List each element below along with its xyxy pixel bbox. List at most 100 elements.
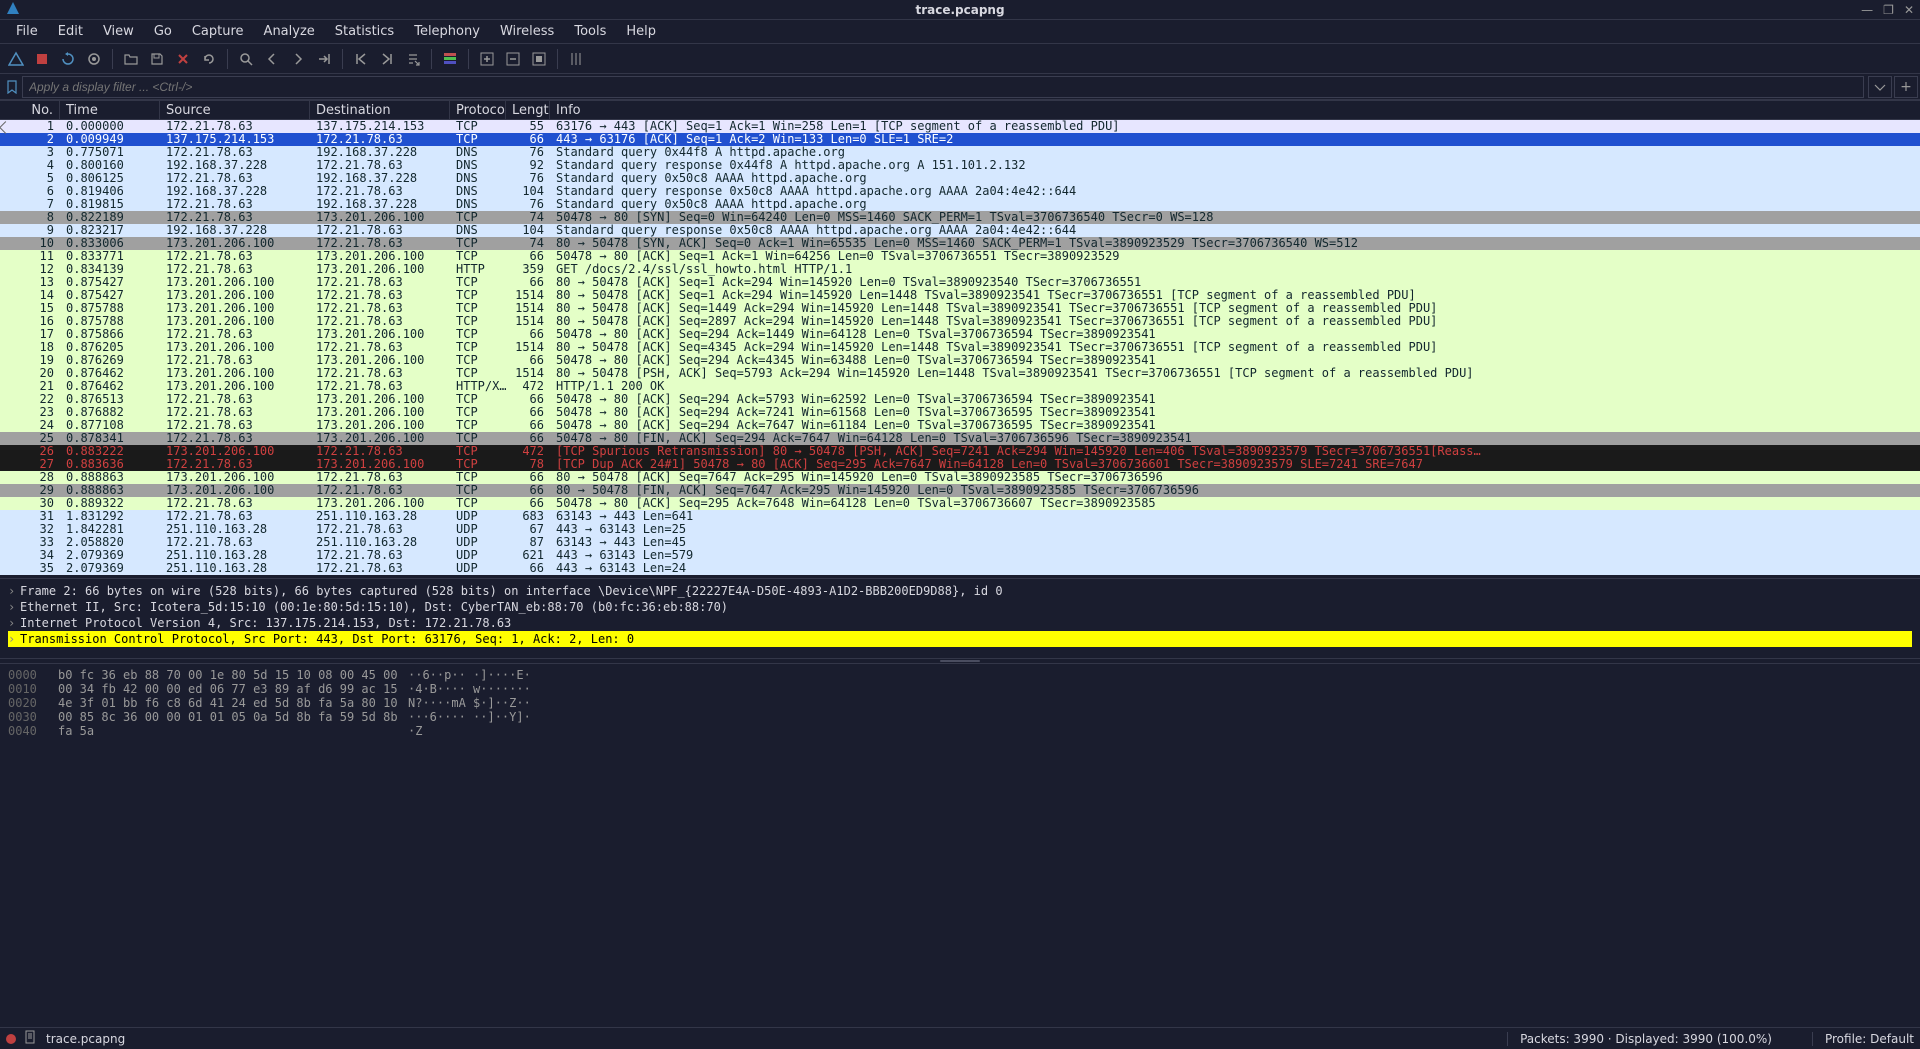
packet-row[interactable]: 280.888863173.201.206.100172.21.78.63TCP… (0, 471, 1920, 484)
menu-view[interactable]: View (93, 21, 144, 42)
packet-row[interactable]: 140.875427173.201.206.100172.21.78.63TCP… (0, 289, 1920, 302)
menu-wireless[interactable]: Wireless (490, 21, 564, 42)
column-header-time[interactable]: Time (60, 101, 160, 119)
column-header-no[interactable]: No. (0, 101, 60, 119)
packet-row[interactable]: 170.875866172.21.78.63173.201.206.100TCP… (0, 328, 1920, 341)
resize-columns-icon[interactable] (564, 47, 588, 71)
detail-line[interactable]: ›Transmission Control Protocol, Src Port… (8, 631, 1912, 647)
capture-file-properties-icon[interactable] (24, 1030, 38, 1047)
reload-icon[interactable] (197, 47, 221, 71)
menu-tools[interactable]: Tools (564, 21, 616, 42)
hex-line[interactable]: 003000 85 8c 36 00 00 01 01 05 0a 5d 8b … (8, 710, 1912, 724)
expand-icon[interactable]: › (8, 631, 20, 647)
packet-row[interactable]: 210.876462173.201.206.100172.21.78.63HTT… (0, 380, 1920, 393)
menu-help[interactable]: Help (616, 21, 666, 42)
expand-icon[interactable]: › (8, 599, 20, 615)
packet-row[interactable]: 60.819406192.168.37.228172.21.78.63DNS10… (0, 185, 1920, 198)
statusbar-profile[interactable]: Profile: Default (1812, 1032, 1914, 1046)
packet-row[interactable]: 160.875788173.201.206.100172.21.78.63TCP… (0, 315, 1920, 328)
column-header-info[interactable]: Info (550, 101, 1920, 119)
packet-row[interactable]: 321.842281251.110.163.28172.21.78.63UDP6… (0, 523, 1920, 536)
packet-list-body[interactable]: 10.000000172.21.78.63137.175.214.153TCP5… (0, 120, 1920, 578)
column-header-length[interactable]: Length (506, 101, 550, 119)
packet-row[interactable]: 342.079369251.110.163.28172.21.78.63UDP6… (0, 549, 1920, 562)
column-header-protocol[interactable]: Protocol (450, 101, 506, 119)
packet-row[interactable]: 332.058820172.21.78.63251.110.163.28UDP8… (0, 536, 1920, 549)
open-file-icon[interactable] (119, 47, 143, 71)
expert-info-icon[interactable] (6, 1034, 16, 1044)
close-button[interactable]: ✕ (1904, 3, 1914, 17)
packet-bytes-pane[interactable]: 0000b0 fc 36 eb 88 70 00 1e 80 5d 15 10 … (0, 664, 1920, 1027)
maximize-button[interactable]: ❐ (1883, 3, 1894, 17)
column-header-destination[interactable]: Destination (310, 101, 450, 119)
column-header-source[interactable]: Source (160, 101, 310, 119)
packet-row[interactable]: 10.000000172.21.78.63137.175.214.153TCP5… (0, 120, 1920, 133)
packet-row[interactable]: 130.875427173.201.206.100172.21.78.63TCP… (0, 276, 1920, 289)
packet-list-header[interactable]: No. Time Source Destination Protocol Len… (0, 100, 1920, 120)
packet-row[interactable]: 311.831292172.21.78.63251.110.163.28UDP6… (0, 510, 1920, 523)
packet-row[interactable]: 240.877108172.21.78.63173.201.206.100TCP… (0, 419, 1920, 432)
bookmark-icon[interactable] (2, 77, 22, 97)
packet-row[interactable]: 90.823217192.168.37.228172.21.78.63DNS10… (0, 224, 1920, 237)
menu-statistics[interactable]: Statistics (325, 21, 404, 42)
detail-line[interactable]: ›Frame 2: 66 bytes on wire (528 bits), 6… (8, 583, 1912, 599)
stop-capture-icon[interactable] (30, 47, 54, 71)
packet-row[interactable]: 80.822189172.21.78.63173.201.206.100TCP7… (0, 211, 1920, 224)
go-forward-icon[interactable] (286, 47, 310, 71)
zoom-out-icon[interactable] (501, 47, 525, 71)
hex-line[interactable]: 0000b0 fc 36 eb 88 70 00 1e 80 5d 15 10 … (8, 668, 1912, 682)
packet-row[interactable]: 70.819815172.21.78.63192.168.37.228DNS76… (0, 198, 1920, 211)
packet-row[interactable]: 180.876205173.201.206.100172.21.78.63TCP… (0, 341, 1920, 354)
packet-row[interactable]: 300.889322172.21.78.63173.201.206.100TCP… (0, 497, 1920, 510)
filter-add-button[interactable]: + (1894, 76, 1918, 98)
expand-icon[interactable]: › (8, 615, 20, 631)
packet-row[interactable]: 40.800160192.168.37.228172.21.78.63DNS92… (0, 159, 1920, 172)
menu-capture[interactable]: Capture (182, 21, 254, 42)
restart-capture-icon[interactable] (56, 47, 80, 71)
menu-file[interactable]: File (6, 21, 48, 42)
packet-row[interactable]: 30.775071172.21.78.63192.168.37.228DNS76… (0, 146, 1920, 159)
packet-row[interactable]: 100.833006173.201.206.100172.21.78.63TCP… (0, 237, 1920, 250)
packet-row[interactable]: 290.888863173.201.206.100172.21.78.63TCP… (0, 484, 1920, 497)
find-packet-icon[interactable] (234, 47, 258, 71)
packet-row[interactable]: 150.875788173.201.206.100172.21.78.63TCP… (0, 302, 1920, 315)
packet-row[interactable]: 200.876462173.201.206.100172.21.78.63TCP… (0, 367, 1920, 380)
detail-line[interactable]: ›Ethernet II, Src: Icotera_5d:15:10 (00:… (8, 599, 1912, 615)
filter-dropdown-button[interactable] (1868, 76, 1892, 98)
hex-line[interactable]: 001000 34 fb 42 00 00 ed 06 77 e3 89 af … (8, 682, 1912, 696)
hex-line[interactable]: 00204e 3f 01 bb f6 c8 6d 41 24 ed 5d 8b … (8, 696, 1912, 710)
capture-options-icon[interactable] (82, 47, 106, 71)
packet-row[interactable]: 250.878341172.21.78.63173.201.206.100TCP… (0, 432, 1920, 445)
menu-edit[interactable]: Edit (48, 21, 93, 42)
detail-line[interactable]: ›Internet Protocol Version 4, Src: 137.1… (8, 615, 1912, 631)
expand-icon[interactable]: › (8, 583, 20, 599)
first-packet-icon[interactable] (349, 47, 373, 71)
packet-row[interactable]: 270.883636172.21.78.63173.201.206.100TCP… (0, 458, 1920, 471)
menu-analyze[interactable]: Analyze (254, 21, 325, 42)
save-file-icon[interactable] (145, 47, 169, 71)
start-capture-icon[interactable] (4, 47, 28, 71)
zoom-reset-icon[interactable] (527, 47, 551, 71)
packet-row[interactable]: 20.009949137.175.214.153172.21.78.63TCP6… (0, 133, 1920, 146)
packet-details-pane[interactable]: ›Frame 2: 66 bytes on wire (528 bits), 6… (0, 578, 1920, 658)
packet-row[interactable]: 230.876882172.21.78.63173.201.206.100TCP… (0, 406, 1920, 419)
zoom-in-icon[interactable] (475, 47, 499, 71)
packet-row[interactable]: 120.834139172.21.78.63173.201.206.100HTT… (0, 263, 1920, 276)
packet-row[interactable]: 260.883222173.201.206.100172.21.78.63TCP… (0, 445, 1920, 458)
packet-row[interactable]: 352.079369251.110.163.28172.21.78.63UDP6… (0, 562, 1920, 575)
go-back-icon[interactable] (260, 47, 284, 71)
packet-row[interactable]: 190.876269172.21.78.63173.201.206.100TCP… (0, 354, 1920, 367)
colorize-icon[interactable] (438, 47, 462, 71)
close-file-icon[interactable] (171, 47, 195, 71)
display-filter-input[interactable] (22, 76, 1864, 98)
menu-go[interactable]: Go (144, 21, 182, 42)
packet-row[interactable]: 50.806125172.21.78.63192.168.37.228DNS76… (0, 172, 1920, 185)
hex-line[interactable]: 0040fa 5a·Z (8, 724, 1912, 738)
minimize-button[interactable]: — (1861, 3, 1873, 17)
menu-telephony[interactable]: Telephony (404, 21, 490, 42)
last-packet-icon[interactable] (375, 47, 399, 71)
auto-scroll-icon[interactable] (401, 47, 425, 71)
packet-row[interactable]: 220.876513172.21.78.63173.201.206.100TCP… (0, 393, 1920, 406)
go-to-packet-icon[interactable] (312, 47, 336, 71)
packet-row[interactable]: 110.833771172.21.78.63173.201.206.100TCP… (0, 250, 1920, 263)
